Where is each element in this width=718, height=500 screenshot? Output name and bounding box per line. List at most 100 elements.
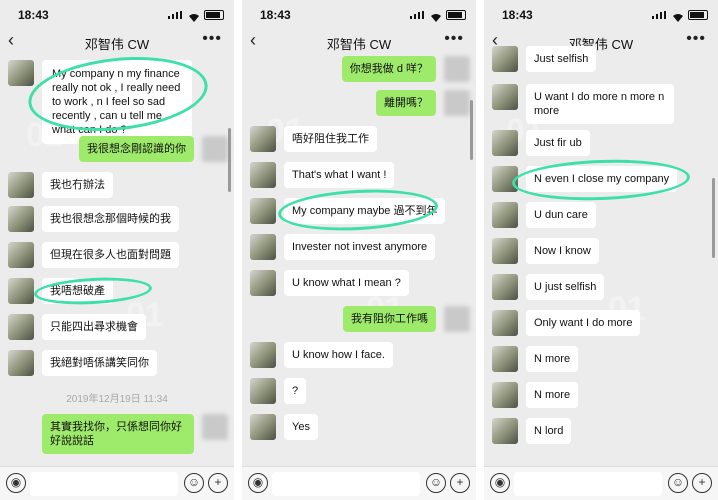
emoji-icon[interactable]: ☺ bbox=[184, 473, 204, 493]
message-input[interactable] bbox=[30, 472, 178, 496]
voice-icon[interactable]: ◉ bbox=[6, 473, 26, 493]
contact-avatar[interactable] bbox=[492, 382, 518, 408]
wifi-icon bbox=[188, 10, 200, 22]
more-button[interactable]: ••• bbox=[444, 30, 464, 48]
message-bubble[interactable]: 你想我做 d 咩？ bbox=[341, 56, 436, 82]
contact-avatar[interactable] bbox=[250, 234, 276, 260]
message-row: U know what I mean ? bbox=[250, 270, 472, 296]
contact-avatar[interactable] bbox=[8, 278, 34, 304]
message-bubble[interactable]: Just selfish bbox=[526, 46, 597, 72]
signal-icon bbox=[168, 11, 182, 19]
my-avatar[interactable] bbox=[444, 56, 470, 82]
message-row: 但現在很多人也面對問題 bbox=[8, 242, 230, 268]
message-bubble[interactable]: 我很想念剛認識的你 bbox=[79, 136, 194, 162]
message-bubble[interactable]: N even I close my company bbox=[526, 166, 678, 192]
contact-avatar[interactable] bbox=[8, 206, 34, 232]
message-row: Yes bbox=[250, 414, 472, 440]
contact-avatar[interactable] bbox=[492, 418, 518, 444]
contact-avatar[interactable] bbox=[250, 378, 276, 404]
voice-icon[interactable]: ◉ bbox=[248, 473, 268, 493]
message-row: Now I know bbox=[492, 238, 714, 264]
voice-icon[interactable]: ◉ bbox=[490, 473, 510, 493]
contact-avatar[interactable] bbox=[492, 346, 518, 372]
message-row: U know how I face. bbox=[250, 342, 472, 368]
message-bubble[interactable]: 只能四出尋求機會 bbox=[42, 314, 146, 340]
contact-avatar[interactable] bbox=[250, 198, 276, 224]
message-bubble[interactable]: 但現在很多人也面對問題 bbox=[42, 242, 179, 268]
my-avatar[interactable] bbox=[202, 414, 228, 440]
message-row: ? bbox=[250, 378, 472, 404]
message-bubble[interactable]: My company n my finance really not ok , … bbox=[42, 60, 192, 144]
plus-icon[interactable]: + bbox=[208, 473, 228, 493]
message-bubble[interactable]: 我有阻你工作嗎 bbox=[343, 306, 436, 332]
contact-name: 邓智伟 CW bbox=[326, 37, 392, 52]
message-bubble[interactable]: 我也很想念那個時候的我 bbox=[42, 206, 179, 232]
message-row: N more bbox=[492, 382, 714, 408]
my-avatar[interactable] bbox=[444, 306, 470, 332]
message-bubble[interactable]: Invester not invest anymore bbox=[284, 234, 436, 260]
contact-avatar[interactable] bbox=[250, 270, 276, 296]
message-bubble[interactable]: N more bbox=[526, 346, 579, 372]
message-bubble[interactable]: 我唔想破產 bbox=[42, 278, 113, 304]
plus-icon[interactable]: + bbox=[450, 473, 470, 493]
message-bubble[interactable]: U know what I mean ? bbox=[284, 270, 409, 296]
contact-avatar[interactable] bbox=[250, 342, 276, 368]
contact-avatar[interactable] bbox=[492, 202, 518, 228]
message-bubble[interactable]: Yes bbox=[284, 414, 318, 440]
my-avatar[interactable] bbox=[202, 136, 228, 162]
emoji-icon[interactable]: ☺ bbox=[426, 473, 446, 493]
message-bubble[interactable]: N lord bbox=[526, 418, 572, 444]
message-row: N lord bbox=[492, 418, 714, 444]
message-bubble[interactable]: N more bbox=[526, 382, 579, 408]
message-bubble[interactable]: U dun care bbox=[526, 202, 596, 228]
signal-icon bbox=[652, 11, 666, 19]
battery-icon bbox=[446, 10, 466, 20]
message-row: That's what I want ! bbox=[250, 162, 472, 188]
contact-avatar[interactable] bbox=[8, 350, 34, 376]
message-bubble[interactable]: That's what I want ! bbox=[284, 162, 395, 188]
message-bubble[interactable]: U want I do more n more n more bbox=[526, 84, 674, 124]
contact-avatar[interactable] bbox=[8, 242, 34, 268]
contact-avatar[interactable] bbox=[8, 314, 34, 340]
contact-avatar[interactable] bbox=[492, 274, 518, 300]
message-bubble[interactable]: Only want I do more bbox=[526, 310, 641, 336]
contact-avatar[interactable] bbox=[492, 238, 518, 264]
status-time: 18:43 bbox=[18, 8, 49, 22]
contact-avatar[interactable] bbox=[492, 130, 518, 156]
message-bubble[interactable]: Now I know bbox=[526, 238, 599, 264]
timestamp: 2019年12月19日 11:34 bbox=[66, 394, 168, 405]
message-bubble[interactable]: 我絕對唔係講笑同你 bbox=[42, 350, 157, 376]
message-input[interactable] bbox=[514, 472, 662, 496]
message-bubble[interactable]: 唔好阻住我工作 bbox=[284, 126, 377, 152]
my-avatar[interactable] bbox=[444, 90, 470, 116]
contact-avatar[interactable] bbox=[250, 126, 276, 152]
message-row: U dun care bbox=[492, 202, 714, 228]
scrollbar[interactable] bbox=[228, 128, 231, 192]
message-bubble[interactable]: 其實我找你，只係想同你好好說說話 bbox=[42, 414, 194, 454]
contact-avatar[interactable] bbox=[250, 162, 276, 188]
contact-avatar[interactable] bbox=[8, 172, 34, 198]
message-bubble[interactable]: U just selfish bbox=[526, 274, 605, 300]
contact-avatar[interactable] bbox=[250, 414, 276, 440]
plus-icon[interactable]: + bbox=[692, 473, 712, 493]
scrollbar[interactable] bbox=[470, 100, 473, 160]
message-bubble[interactable]: ? bbox=[284, 378, 307, 404]
message-input[interactable] bbox=[272, 472, 420, 496]
emoji-icon[interactable]: ☺ bbox=[668, 473, 688, 493]
contact-avatar[interactable] bbox=[492, 166, 518, 192]
message-bubble[interactable]: Just fir ub bbox=[526, 130, 590, 156]
scrollbar[interactable] bbox=[712, 178, 715, 258]
message-bubble[interactable]: My company maybe 過不到年 bbox=[284, 198, 446, 224]
contact-avatar[interactable] bbox=[492, 310, 518, 336]
status-bar: 18:43 bbox=[0, 0, 234, 28]
battery-icon bbox=[688, 10, 708, 20]
contact-avatar[interactable] bbox=[8, 60, 34, 86]
contact-avatar[interactable] bbox=[492, 84, 518, 110]
contact-name: 邓智伟 CW bbox=[84, 37, 150, 52]
message-bubble[interactable]: 離開嗎？ bbox=[376, 90, 436, 116]
more-button[interactable]: ••• bbox=[202, 30, 222, 48]
message-row: 你想我做 d 咩？ bbox=[242, 56, 470, 82]
message-bubble[interactable]: 我也冇辦法 bbox=[42, 172, 113, 198]
contact-avatar[interactable] bbox=[492, 46, 518, 72]
message-bubble[interactable]: U know how I face. bbox=[284, 342, 393, 368]
